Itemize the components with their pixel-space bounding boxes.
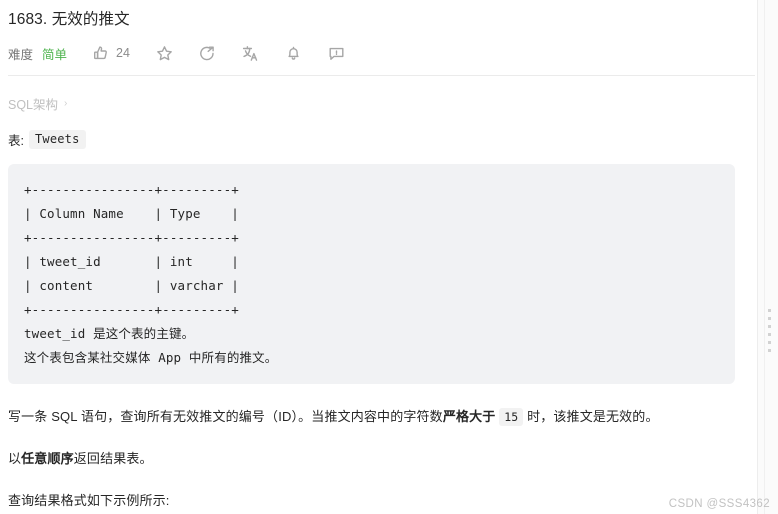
- page-root: 1683. 无效的推文 难度 简单 24 SQL架构 › 表: Tweets +…: [0, 0, 778, 514]
- schema-line: | Column Name | Type |: [24, 206, 239, 221]
- handle-dot: [768, 309, 771, 312]
- breadcrumb-label: SQL架构: [8, 98, 59, 112]
- share-button[interactable]: [199, 45, 216, 62]
- schema-line: | content | varchar |: [24, 278, 239, 293]
- rail-divider-right: [764, 0, 765, 514]
- table-desc-a: 这个表包含某社交媒体: [24, 350, 159, 365]
- translate-icon: [242, 45, 259, 62]
- feedback-button[interactable]: [328, 45, 345, 62]
- chevron-right-icon: ›: [64, 98, 68, 109]
- order-text-a: 以: [8, 451, 22, 466]
- notification-button[interactable]: [285, 45, 302, 62]
- share-icon: [199, 45, 216, 62]
- like-count: 24: [116, 46, 130, 60]
- table-desc-b: 中所有的推文。: [181, 350, 278, 365]
- header-divider: [8, 75, 755, 76]
- statement-text-a: 写一条 SQL 语句，查询所有无效推文的编号（ID）。当推文内容中的字符数: [8, 409, 443, 424]
- rail-divider-left: [757, 0, 758, 514]
- order-paragraph: 以任意顺序返回结果表。: [8, 448, 756, 470]
- schema-code-block: +----------------+---------+ | Column Na…: [8, 164, 735, 384]
- statement-bold-strictly-greater: 严格大于: [442, 409, 496, 424]
- problem-statement-paragraph: 写一条 SQL 语句，查询所有无效推文的编号（ID）。当推文内容中的字符数严格大…: [8, 406, 756, 428]
- statement-text-b: 时，该推文是无效的。: [527, 409, 659, 424]
- schema-line: +----------------+---------+: [24, 182, 239, 197]
- thumbs-up-icon: [93, 45, 109, 61]
- app-code: App: [158, 350, 182, 365]
- comment-icon: [328, 45, 345, 62]
- favorite-button[interactable]: [156, 45, 173, 62]
- handle-dot: [768, 317, 771, 320]
- problem-content: 1683. 无效的推文 难度 简单 24 SQL架构 › 表: Tweets +…: [8, 0, 756, 514]
- handle-dot: [768, 333, 771, 336]
- star-icon: [156, 45, 173, 62]
- order-bold-any-order: 任意顺序: [21, 451, 74, 466]
- schema-line: +----------------+---------+: [24, 302, 239, 317]
- translate-button[interactable]: [242, 45, 259, 62]
- difficulty-label: 难度: [8, 47, 34, 62]
- table-name-badge: Tweets: [28, 130, 86, 149]
- schema-line: | tweet_id | int |: [24, 254, 239, 269]
- schema-line: +----------------+---------+: [24, 230, 239, 245]
- handle-dot: [768, 325, 771, 328]
- problem-meta-toolbar: 难度 简单 24: [8, 38, 756, 68]
- primary-key-note: 是这个表的主键。: [85, 326, 195, 341]
- like-button[interactable]: 24: [93, 45, 130, 61]
- watermark: CSDN @SSS4362: [668, 498, 770, 510]
- schema-ascii-table: +----------------+---------+ | Column Na…: [8, 178, 735, 370]
- primary-key-code: tweet_id: [24, 326, 86, 341]
- order-text-b: 返回结果表。: [73, 451, 153, 466]
- bell-icon: [285, 45, 302, 62]
- difficulty-value: 简单: [42, 47, 68, 62]
- table-intro-prefix: 表:: [8, 134, 24, 148]
- panel-resize-handle[interactable]: [768, 309, 772, 353]
- page-title: 1683. 无效的推文: [8, 11, 130, 28]
- handle-dot: [768, 341, 771, 344]
- breadcrumb[interactable]: SQL架构 ›: [8, 94, 756, 113]
- result-format-paragraph: 查询结果格式如下示例所示:: [8, 493, 170, 508]
- right-rail: [757, 0, 778, 514]
- table-intro: 表: Tweets: [8, 130, 756, 149]
- handle-dot: [768, 349, 771, 352]
- threshold-value: 15: [499, 408, 524, 426]
